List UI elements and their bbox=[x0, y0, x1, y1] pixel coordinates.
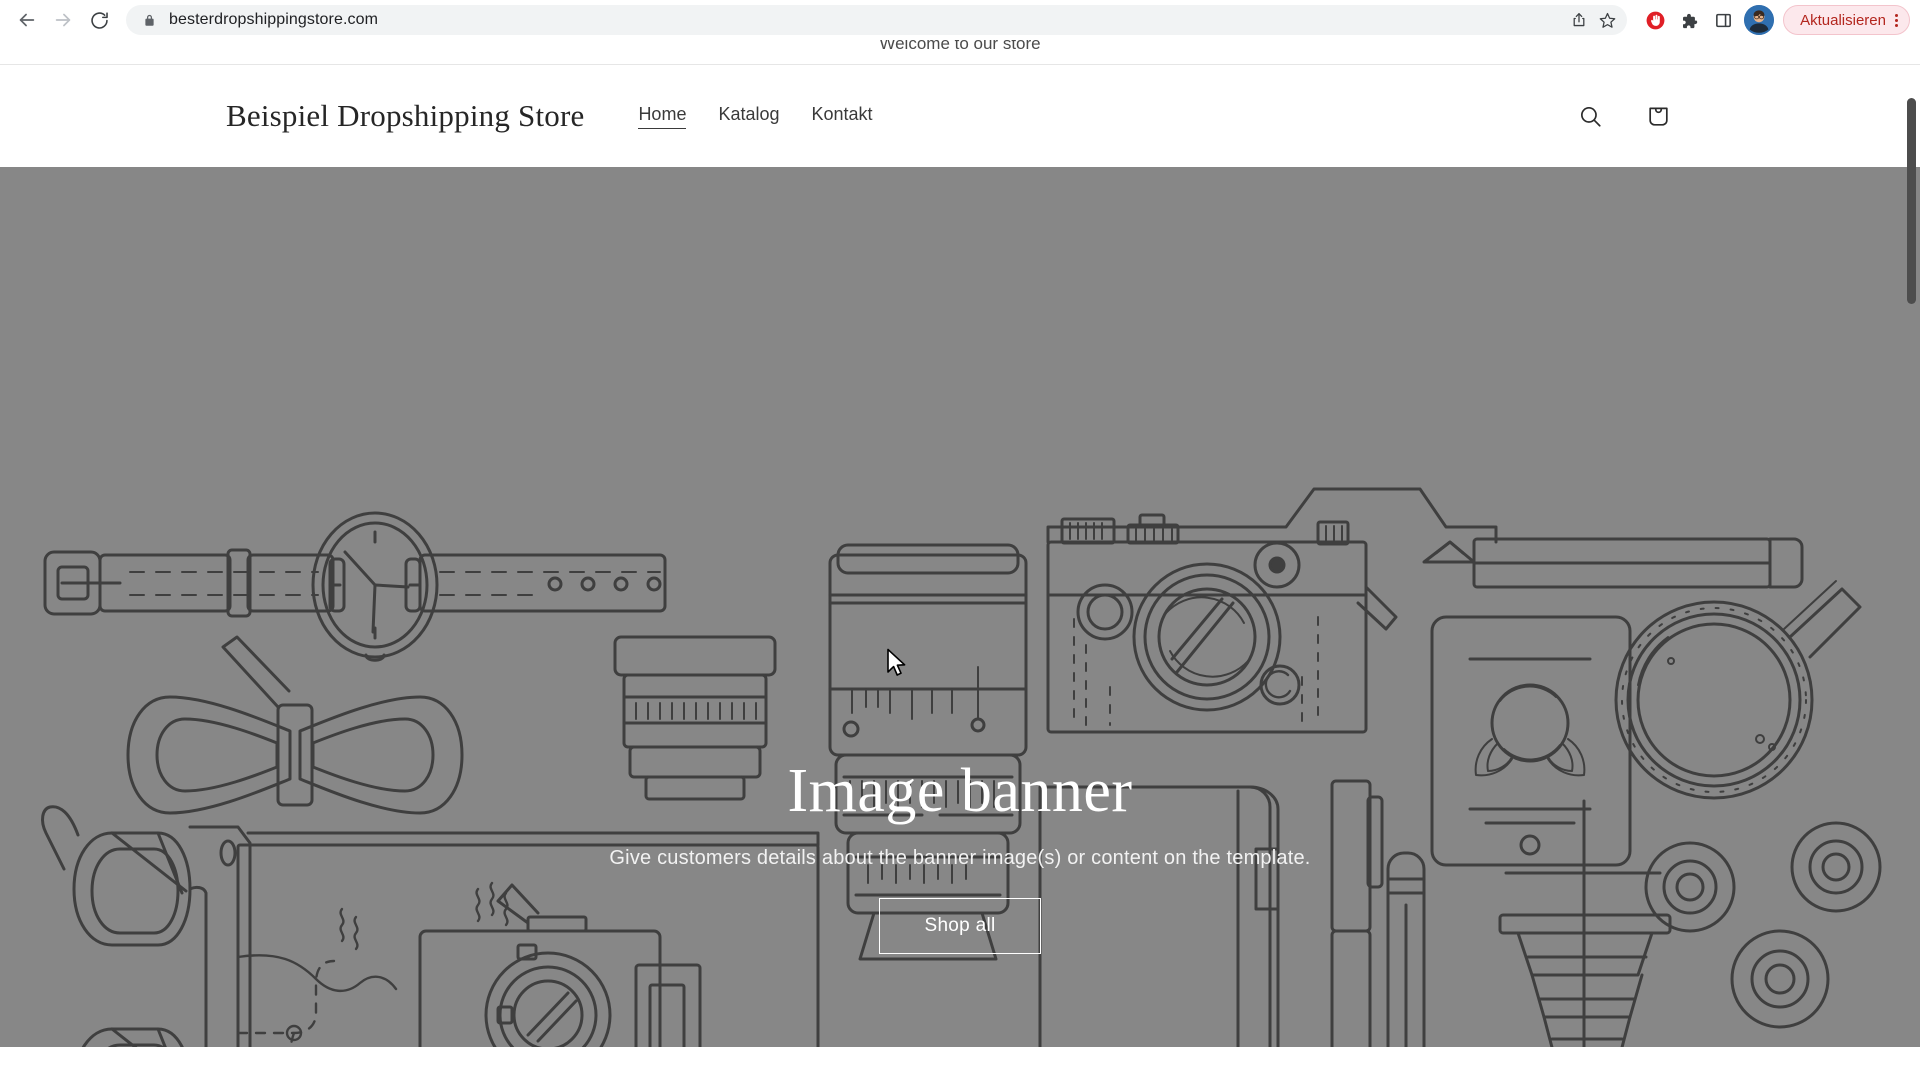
browser-actions: Aktualisieren bbox=[1635, 4, 1910, 36]
main-nav: Home Katalog Kontakt bbox=[638, 104, 873, 129]
hero-banner: Image banner Give customers details abou… bbox=[0, 167, 1920, 1047]
shopping-bag-icon[interactable] bbox=[1636, 94, 1680, 138]
hero-title: Image banner bbox=[787, 757, 1133, 825]
nav-link-katalog[interactable]: Katalog bbox=[718, 104, 779, 129]
side-panel-icon[interactable] bbox=[1707, 4, 1739, 36]
shop-all-button[interactable]: Shop all bbox=[879, 898, 1041, 955]
announcement-text: Welcome to our store bbox=[879, 40, 1041, 53]
update-button[interactable]: Aktualisieren bbox=[1783, 5, 1910, 35]
star-icon[interactable] bbox=[1593, 6, 1621, 34]
store-name[interactable]: Beispiel Dropshipping Store bbox=[226, 98, 584, 134]
vertical-scrollbar[interactable] bbox=[1903, 40, 1920, 1080]
adblock-icon[interactable] bbox=[1639, 4, 1671, 36]
hero-content: Image banner Give customers details abou… bbox=[0, 757, 1920, 955]
header-actions bbox=[1568, 94, 1870, 138]
puzzle-icon[interactable] bbox=[1673, 4, 1705, 36]
avatar[interactable] bbox=[1744, 5, 1775, 35]
store-header: Beispiel Dropshipping Store Home Katalog… bbox=[0, 65, 1920, 167]
page-viewport: Welcome to our store Beispiel Dropshippi… bbox=[0, 40, 1920, 1080]
hero-subtitle: Give customers details about the banner … bbox=[609, 847, 1311, 870]
reload-button[interactable] bbox=[82, 3, 116, 37]
announcement-bar: Welcome to our store bbox=[0, 40, 1920, 65]
address-bar[interactable]: besterdropshippingstore.com bbox=[126, 5, 1628, 35]
search-icon[interactable] bbox=[1568, 94, 1612, 138]
forward-button[interactable] bbox=[46, 3, 80, 37]
lock-icon[interactable] bbox=[142, 13, 157, 28]
browser-toolbar: besterdropshippingstore.com Aktualisiere… bbox=[0, 0, 1920, 40]
update-button-label: Aktualisieren bbox=[1800, 11, 1886, 29]
nav-link-kontakt[interactable]: Kontakt bbox=[812, 104, 873, 129]
scrollbar-thumb[interactable] bbox=[1907, 98, 1916, 304]
back-button[interactable] bbox=[10, 3, 44, 37]
url-text[interactable]: besterdropshippingstore.com bbox=[157, 5, 1565, 35]
nav-link-home[interactable]: Home bbox=[638, 104, 687, 129]
three-dot-menu-icon[interactable] bbox=[1890, 13, 1903, 27]
share-icon[interactable] bbox=[1565, 6, 1593, 34]
